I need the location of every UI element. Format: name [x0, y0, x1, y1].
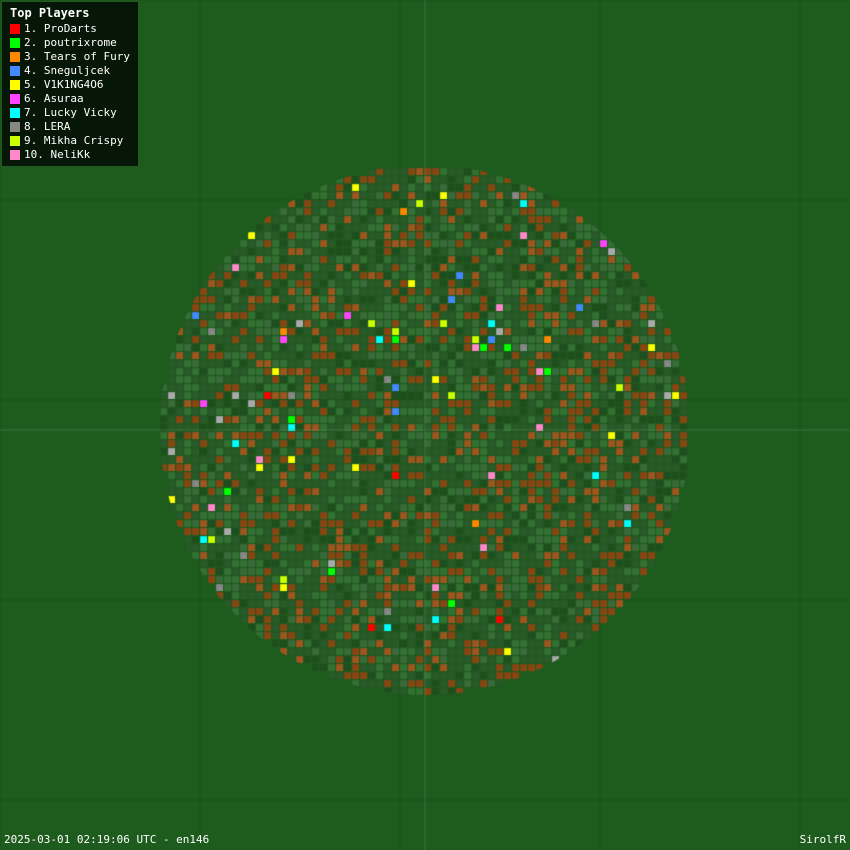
legend-item: 10. NeliKk [10, 148, 130, 161]
legend-player-name: 10. NeliKk [24, 148, 90, 161]
legend-player-name: 2. poutrixrome [24, 36, 117, 49]
legend-item: 9. Mikha Crispy [10, 134, 130, 147]
legend-item: 5. V1K1NG4O6 [10, 78, 130, 91]
legend-color-swatch [10, 150, 20, 160]
legend-color-swatch [10, 24, 20, 34]
legend-title: Top Players [10, 6, 130, 20]
legend-color-swatch [10, 108, 20, 118]
legend-item: 2. poutrixrome [10, 36, 130, 49]
legend-color-swatch [10, 94, 20, 104]
bottom-left-info: 2025-03-01 02:19:06 UTC - en146 [4, 833, 209, 846]
legend-player-name: 9. Mikha Crispy [24, 134, 123, 147]
legend-player-name: 4. Sneguljcek [24, 64, 110, 77]
legend-item: 7. Lucky Vicky [10, 106, 130, 119]
legend-color-swatch [10, 38, 20, 48]
legend-item: 6. Asuraa [10, 92, 130, 105]
legend-color-swatch [10, 52, 20, 62]
legend-player-name: 7. Lucky Vicky [24, 106, 117, 119]
legend-player-name: 5. V1K1NG4O6 [24, 78, 103, 91]
legend-player-name: 8. LERA [24, 120, 70, 133]
bottom-right-info: SirolfR [800, 833, 846, 846]
legend-player-name: 3. Tears of Fury [24, 50, 130, 63]
legend-player-name: 6. Asuraa [24, 92, 84, 105]
legend-color-swatch [10, 122, 20, 132]
legend-panel: Top Players 1. ProDarts2. poutrixrome3. … [2, 2, 138, 166]
legend-color-swatch [10, 136, 20, 146]
legend-player-name: 1. ProDarts [24, 22, 97, 35]
legend-item: 1. ProDarts [10, 22, 130, 35]
legend-item: 8. LERA [10, 120, 130, 133]
legend-item: 4. Sneguljcek [10, 64, 130, 77]
legend-item: 3. Tears of Fury [10, 50, 130, 63]
legend-color-swatch [10, 80, 20, 90]
legend-color-swatch [10, 66, 20, 76]
